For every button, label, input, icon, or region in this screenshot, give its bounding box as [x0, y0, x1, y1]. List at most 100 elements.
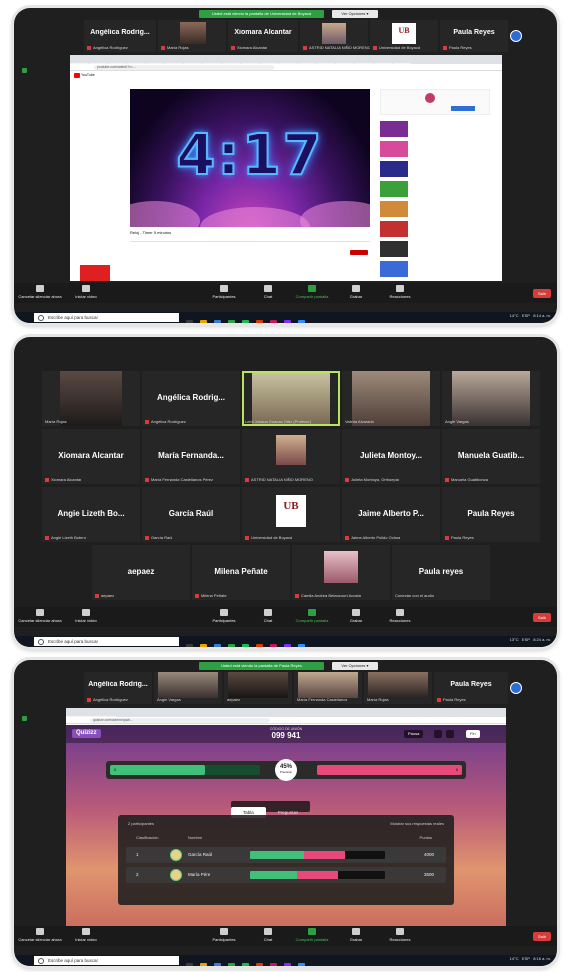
mute-button[interactable]: Cancelar silenciar ahora	[18, 928, 62, 942]
next-page-icon[interactable]	[510, 682, 522, 694]
participant-tile[interactable]: aepaez	[224, 672, 292, 704]
zoom-icon[interactable]	[298, 320, 305, 323]
participant-tile[interactable]: Valeria Alvarado	[342, 371, 440, 426]
participant-tile[interactable]: Milena Peñate Milena Peñate	[192, 545, 290, 600]
subscribe-button[interactable]	[350, 250, 368, 255]
participant-tile[interactable]: Camila Andrea Betancourt Acosta	[292, 545, 390, 600]
edge-icon[interactable]	[214, 963, 221, 966]
taskbar-search-input[interactable]: Escribe aquí para buscar	[34, 956, 179, 965]
participants-button[interactable]: Participantes	[202, 928, 246, 942]
share-screen-button[interactable]: Compartir pantalla	[290, 928, 334, 942]
participant-tile[interactable]: María Rojas	[364, 672, 432, 704]
office-icon[interactable]	[256, 963, 263, 966]
spotify-icon[interactable]	[242, 963, 249, 966]
youtube-logo-icon[interactable]	[74, 73, 95, 78]
onenote-icon[interactable]	[284, 644, 291, 647]
participant-tile[interactable]: ASTRID NATALIA NIÑO MORENO	[242, 429, 340, 484]
office-icon[interactable]	[256, 320, 263, 323]
participant-tile[interactable]: María Rojas	[42, 371, 140, 426]
share-screen-button[interactable]: Compartir pantalla	[290, 609, 334, 623]
file-explorer-icon[interactable]	[200, 644, 207, 647]
mute-button[interactable]: Cancelar silenciar ahora	[18, 285, 62, 299]
participant-tile[interactable]: Julieta Montoy... Julieta Montoya, Ortho…	[342, 429, 440, 484]
participant-tile[interactable]: Manuela Guatib... Manuela Guatibonza	[442, 429, 540, 484]
chrome-icon[interactable]	[228, 644, 235, 647]
settings-icon[interactable]	[434, 730, 442, 738]
app-icon[interactable]	[270, 963, 277, 966]
view-options-button[interactable]: Ver Opciones ▾	[332, 662, 378, 670]
participant-tile[interactable]: María Rojas	[158, 20, 226, 52]
url-field[interactable]: quizizz.com/admin/quiz/...	[90, 718, 270, 723]
participant-tile[interactable]: ASTRID NATALIA NIÑO MORENO	[300, 20, 371, 52]
edge-icon[interactable]	[214, 320, 221, 323]
app-icon[interactable]	[270, 320, 277, 323]
ad-thumbnail[interactable]	[80, 265, 110, 281]
edge-icon[interactable]	[214, 644, 221, 647]
record-button[interactable]: Grabar	[334, 609, 378, 623]
office-icon[interactable]	[256, 644, 263, 647]
suggested-video-thumb[interactable]	[380, 181, 408, 197]
participant-tile[interactable]: Paula Reyes Paula Reyes	[434, 672, 508, 704]
spotify-icon[interactable]	[242, 644, 249, 647]
leave-button[interactable]: Salir	[533, 613, 551, 622]
suggested-video-thumb[interactable]	[380, 221, 408, 237]
participant-tile[interactable]: Angélica Rodrig... Angélica Rodríguez	[84, 672, 152, 704]
visit-button[interactable]	[451, 106, 475, 111]
zoom-icon[interactable]	[298, 644, 305, 647]
participant-tile[interactable]: UB Universidad de Boyacá	[370, 20, 438, 52]
participant-tile[interactable]: aepaez aepaez	[92, 545, 190, 600]
participant-tile[interactable]: Jaime Alberto P... Jaime Alberto Pulido …	[342, 487, 440, 542]
onenote-icon[interactable]	[284, 320, 291, 323]
address-bar[interactable]: quizizz.com/admin/quiz/...	[66, 717, 506, 724]
record-button[interactable]: Grabar	[334, 928, 378, 942]
address-bar[interactable]: youtube.com/watch?v=...	[70, 64, 502, 71]
share-screen-button[interactable]: Compartir pantalla	[290, 285, 334, 299]
participant-tile[interactable]: Angie Vargas	[154, 672, 222, 704]
chat-button[interactable]: Chat	[246, 285, 290, 299]
spotify-icon[interactable]	[242, 320, 249, 323]
chrome-icon[interactable]	[228, 963, 235, 966]
suggested-video-thumb[interactable]	[380, 141, 408, 157]
task-view-icon[interactable]	[186, 320, 193, 323]
next-page-icon[interactable]	[510, 30, 522, 42]
taskbar-search-input[interactable]: Escribe aquí para buscar	[34, 313, 179, 322]
participant-tile[interactable]: Xiomara Alcantar Xiomara Alcantar	[228, 20, 298, 52]
table-row[interactable]: 1 García Raúl 4000	[126, 847, 446, 863]
participants-button[interactable]: Participantes	[202, 609, 246, 623]
url-field[interactable]: youtube.com/watch?v=...	[94, 65, 274, 70]
leave-button[interactable]: Salir	[533, 932, 551, 941]
finish-button[interactable]: Fin	[466, 730, 480, 738]
participant-tile[interactable]: García Raúl García Raúl	[142, 487, 240, 542]
table-row[interactable]: 2 María Pére 3500	[126, 867, 446, 883]
leave-button[interactable]: Salir	[533, 289, 551, 298]
fullscreen-icon[interactable]	[446, 730, 454, 738]
participant-tile[interactable]: Angélica Rodrig... Angélica Rodríguez	[142, 371, 240, 426]
mute-button[interactable]: Cancelar silenciar ahora	[18, 609, 62, 623]
show-answers-toggle[interactable]: Mostrar sus respuestas reales	[390, 821, 444, 826]
participant-tile[interactable]: Angie Vargas	[442, 371, 540, 426]
app-icon[interactable]	[270, 644, 277, 647]
suggested-video-thumb[interactable]	[380, 201, 408, 217]
chat-button[interactable]: Chat	[246, 928, 290, 942]
participant-tile[interactable]: Paula Reyes Paula Reyes	[440, 20, 508, 52]
file-explorer-icon[interactable]	[200, 320, 207, 323]
record-button[interactable]: Grabar	[334, 285, 378, 299]
browser-tabs[interactable]	[70, 55, 502, 68]
file-explorer-icon[interactable]	[200, 963, 207, 966]
participant-tile[interactable]: María Fernanda... María Fernanda Castell…	[142, 429, 240, 484]
view-options-button[interactable]: Ver Opciones ▾	[332, 10, 378, 18]
onenote-icon[interactable]	[284, 963, 291, 966]
reactions-button[interactable]: Reacciones	[378, 928, 422, 942]
participant-tile[interactable]: Angélica Rodrig... Angélica Rodríguez	[84, 20, 156, 52]
chrome-icon[interactable]	[228, 320, 235, 323]
reactions-button[interactable]: Reacciones	[378, 285, 422, 299]
task-view-icon[interactable]	[186, 963, 193, 966]
reactions-button[interactable]: Reacciones	[378, 609, 422, 623]
participant-tile[interactable]: Paula Reyes Paula Reyes	[442, 487, 540, 542]
suggested-video-thumb[interactable]	[380, 241, 408, 257]
suggested-video-thumb[interactable]	[380, 161, 408, 177]
participant-tile[interactable]: Xiomara Alcantar Xiomara Alcantar	[42, 429, 140, 484]
zoom-icon[interactable]	[298, 963, 305, 966]
browser-tabs[interactable]	[66, 708, 506, 721]
pause-button[interactable]: Pausa	[404, 730, 424, 738]
